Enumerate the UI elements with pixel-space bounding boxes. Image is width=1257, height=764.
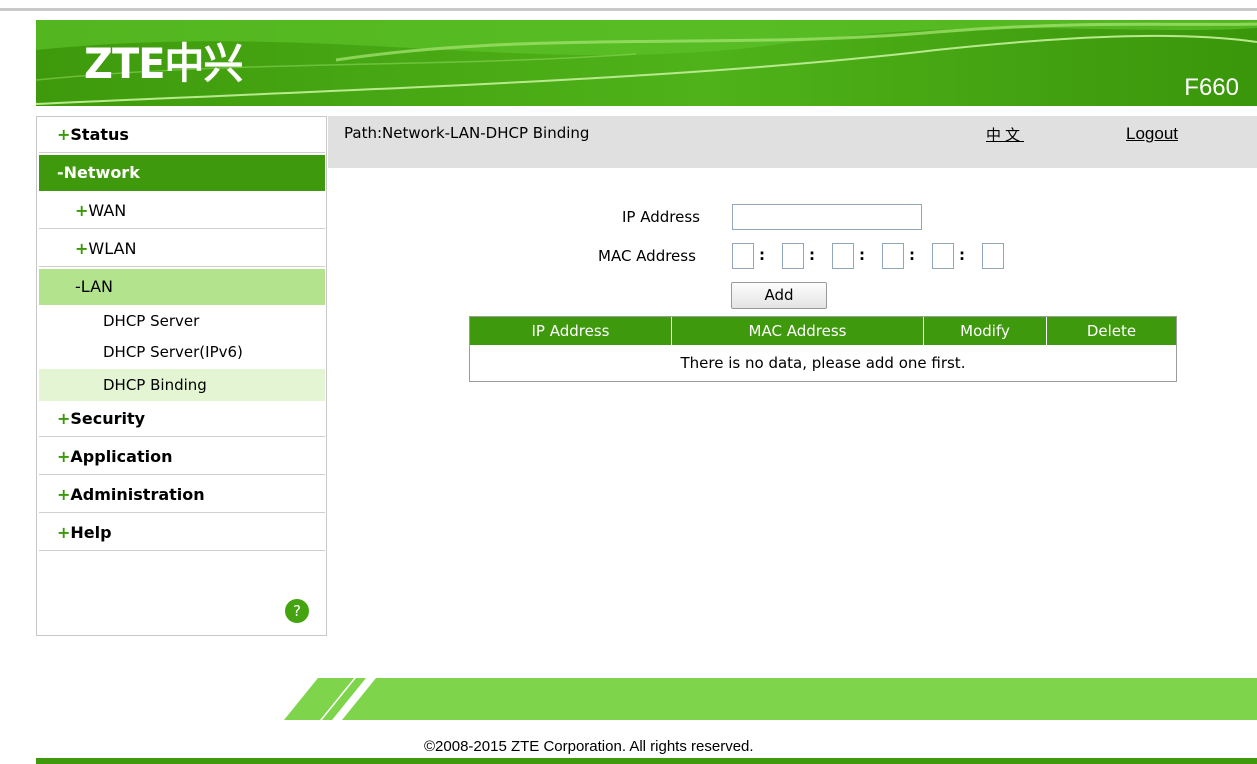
sidebar-menu: +Status -Network +WAN +WLAN -LAN DHCP Se… xyxy=(36,116,327,636)
expand-icon: + xyxy=(57,523,71,542)
add-button[interactable]: Add xyxy=(731,282,827,309)
language-switch-link[interactable]: 中文 xyxy=(986,124,1024,145)
sidebar-item-label: Administration xyxy=(70,485,205,504)
column-header-modify: Modify xyxy=(924,317,1047,345)
column-header-delete: Delete xyxy=(1086,322,1137,340)
sidebar-item-dhcp-binding[interactable]: DHCP Binding xyxy=(39,369,325,401)
sidebar-item-label: WAN xyxy=(88,201,127,220)
sidebar-item-label: DHCP Server(IPv6) xyxy=(103,343,243,361)
sidebar-item-administration[interactable]: +Administration xyxy=(39,477,325,513)
expand-icon: + xyxy=(57,447,71,466)
sidebar-item-dhcp-server[interactable]: DHCP Server xyxy=(39,305,325,337)
top-divider xyxy=(0,8,1257,11)
breadcrumb: Path:Network-LAN-DHCP Binding xyxy=(344,124,590,142)
mac-separator: : xyxy=(759,246,765,264)
mac-octet-6-input[interactable] xyxy=(982,243,1004,269)
column-header-mac-address: MAC Address xyxy=(672,317,924,345)
column-header-ip-address: IP Address xyxy=(470,317,672,345)
sidebar-item-security[interactable]: +Security xyxy=(39,401,325,437)
footer-stripe xyxy=(284,678,1257,720)
zte-logo: ZTE中兴 xyxy=(84,39,243,88)
mac-octet-2-input[interactable] xyxy=(782,243,804,269)
sidebar-item-label: Application xyxy=(70,447,173,466)
sidebar-item-label: Security xyxy=(70,409,146,428)
sidebar-item-label: Help xyxy=(70,523,112,542)
sidebar-item-label: Network xyxy=(63,163,140,182)
sidebar-item-lan[interactable]: -LAN xyxy=(39,269,325,305)
collapse-icon: - xyxy=(57,163,64,182)
sidebar-item-label: WLAN xyxy=(88,239,137,258)
header-banner: ZTE中兴 F660 xyxy=(36,20,1257,106)
sidebar-item-wan[interactable]: +WAN xyxy=(39,193,325,229)
expand-icon: + xyxy=(75,201,89,220)
sidebar-item-dhcp-server-ipv6[interactable]: DHCP Server(IPv6) xyxy=(39,336,325,368)
mac-address-label: MAC Address xyxy=(598,247,696,265)
sidebar-item-label: Status xyxy=(70,125,129,144)
mac-octet-3-input[interactable] xyxy=(832,243,854,269)
mac-octet-4-input[interactable] xyxy=(882,243,904,269)
mac-octet-5-input[interactable] xyxy=(932,243,954,269)
binding-table: IP Address MAC Address Modify Delete The… xyxy=(469,316,1177,382)
help-icon[interactable]: ? xyxy=(285,599,309,623)
sidebar-item-label: LAN xyxy=(80,277,113,296)
mac-separator: : xyxy=(909,246,915,264)
table-header: IP Address MAC Address Modify Delete xyxy=(470,317,1176,345)
expand-icon: + xyxy=(57,409,71,428)
sidebar-item-network[interactable]: -Network xyxy=(39,155,325,191)
mac-separator: : xyxy=(959,246,965,264)
device-model: F660 xyxy=(1184,74,1239,101)
copyright-text: ©2008-2015 ZTE Corporation. All rights r… xyxy=(424,738,754,755)
mac-separator: : xyxy=(809,246,815,264)
expand-icon: + xyxy=(57,125,71,144)
mac-separator: : xyxy=(859,246,865,264)
mac-octet-1-input[interactable] xyxy=(732,243,754,269)
breadcrumb-bar: Path:Network-LAN-DHCP Binding 中文 Logout xyxy=(328,116,1257,168)
ip-address-label: IP Address xyxy=(622,208,700,226)
sidebar-item-status[interactable]: +Status xyxy=(39,117,325,153)
sidebar-item-wlan[interactable]: +WLAN xyxy=(39,231,325,267)
footer-bottom-line xyxy=(36,758,1257,764)
logout-link[interactable]: Logout xyxy=(1126,124,1178,144)
sidebar-item-help[interactable]: +Help xyxy=(39,515,325,551)
expand-icon: + xyxy=(57,485,71,504)
ip-address-input[interactable] xyxy=(732,204,922,230)
expand-icon: + xyxy=(75,239,89,258)
empty-table-message: There is no data, please add one first. xyxy=(680,354,966,372)
sidebar-item-application[interactable]: +Application xyxy=(39,439,325,475)
sidebar-item-label: DHCP Binding xyxy=(103,376,207,394)
sidebar-item-label: DHCP Server xyxy=(103,312,200,330)
